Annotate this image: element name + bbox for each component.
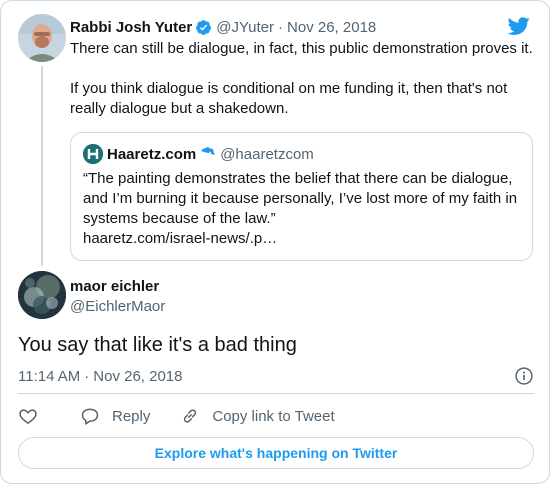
copy-link-button[interactable]: Copy link to Tweet [180,406,335,426]
dot-separator: · [278,18,284,36]
reply-time[interactable]: 11:14 AM [18,368,80,385]
reply-button[interactable]: Reply [80,406,150,426]
info-icon[interactable] [514,366,534,386]
reply-author-avatar[interactable] [18,271,66,319]
explore-twitter-button[interactable]: Explore what's happening on Twitter [18,437,534,469]
avatar-image [18,271,66,319]
dot-separator: · [84,367,90,385]
parent-tweet-header: Rabbi Josh Yuter @JYuter · Nov 26, 2018 [70,17,376,37]
speech-bubble-icon [81,408,99,425]
reply-tweet-text: You say that like it's a bad thing [18,334,297,356]
verified-badge-icon [196,19,212,35]
divider [18,393,534,394]
link-icon [184,409,197,423]
quoted-tweet-text: “The painting demonstrates the belief th… [83,170,518,227]
reply-tweet-header: maor eichler @EichlerMaor [70,277,165,317]
reply-tweet-timestamp[interactable]: 11:14 AM · Nov 26, 2018 [18,366,534,386]
copy-link-label: Copy link to Tweet [212,407,335,425]
avatar-image [18,14,66,62]
embedded-tweet-card: Rabbi Josh Yuter @JYuter · Nov 26, 2018 … [0,0,550,484]
quoted-tweet-link[interactable]: haaretz.com/israel-news/.p… [83,229,520,249]
parent-tweet-paragraph: There can still be dialogue, in fact, th… [70,40,533,57]
reply-date[interactable]: Nov 26, 2018 [93,368,182,385]
reply-label: Reply [112,407,151,425]
parent-author-name[interactable]: Rabbi Josh Yuter [70,19,192,36]
verified-badge-icon [201,146,216,158]
quoted-tweet-body: “The painting demonstrates the belief th… [83,169,520,249]
reply-author-handle[interactable]: @EichlerMaor [70,297,165,317]
parent-tweet-date[interactable]: Nov 26, 2018 [287,19,376,36]
haaretz-logo-icon [83,144,103,164]
thread-connector-line [41,66,43,266]
like-button[interactable] [18,406,50,426]
parent-tweet-text: There can still be dialogue, in fact, th… [70,39,535,119]
quoted-tweet-header: Haaretz.com @haaretzcom [83,144,520,164]
quoted-author-handle[interactable]: @haaretzcom [220,146,314,163]
heart-icon [19,409,37,424]
twitter-bird-icon[interactable] [507,15,531,37]
tweet-actions: Reply Copy link to Tweet [18,405,365,427]
reply-author-name[interactable]: maor eichler [70,277,165,297]
parent-tweet-paragraph: If you think dialogue is conditional on … [70,80,508,117]
parent-author-avatar[interactable] [18,14,66,62]
quoted-author-name[interactable]: Haaretz.com [107,146,196,163]
parent-author-handle[interactable]: @JYuter [216,19,274,36]
quoted-tweet[interactable]: Haaretz.com @haaretzcom “The painting de… [70,132,533,261]
